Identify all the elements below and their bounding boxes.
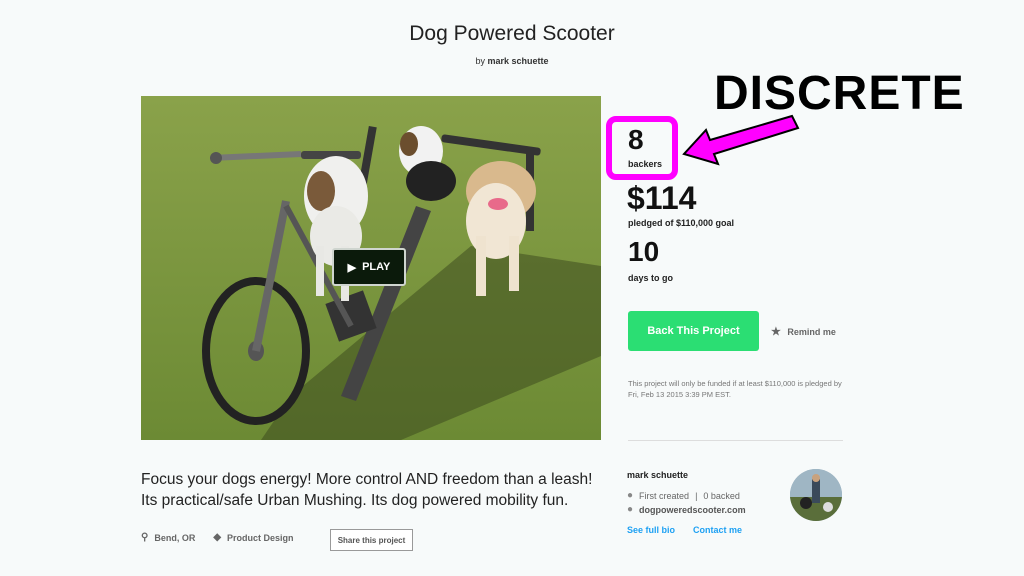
play-label: PLAY (362, 261, 391, 273)
history-icon: ● (627, 490, 634, 501)
location-label: Bend, OR (154, 532, 196, 543)
back-project-button[interactable]: Back This Project (628, 311, 759, 351)
creator-website-link[interactable]: dogpoweredscooter.com (639, 505, 746, 515)
creator-website-row: ● dogpoweredscooter.com (627, 504, 746, 515)
days-label: days to go (628, 273, 674, 283)
see-full-bio-link[interactable]: See full bio (627, 525, 675, 535)
share-project-button[interactable]: Share this project (330, 529, 413, 551)
remind-label: Remind me (787, 327, 836, 337)
avatar-photo (790, 469, 842, 521)
days-count: 10 (628, 236, 660, 267)
project-tags: ⚲ Bend, OR ◆ Product Design (141, 532, 294, 543)
star-icon: ★ (771, 326, 781, 338)
creator-history: ● First created | 0 backed (627, 490, 740, 501)
byline-creator-link[interactable]: mark schuette (488, 56, 549, 66)
location-tag[interactable]: ⚲ Bend, OR (141, 532, 195, 543)
backed-count: 0 backed (703, 490, 740, 501)
project-blurb: Focus your dogs energy! More control AND… (141, 471, 593, 509)
remind-me-button[interactable]: ★ Remind me (771, 325, 836, 338)
first-created-label: First created (639, 490, 690, 501)
project-title: Dog Powered Scooter (409, 22, 615, 45)
project-video[interactable]: ▶ PLAY (141, 96, 601, 440)
play-button[interactable]: ▶ PLAY (332, 248, 406, 286)
avatar[interactable] (790, 469, 842, 521)
category-label: Product Design (227, 532, 294, 543)
link-icon: ● (627, 504, 634, 515)
separator: | (695, 490, 698, 501)
highlight-box (606, 116, 678, 180)
contact-me-link[interactable]: Contact me (693, 525, 742, 535)
location-pin-icon: ⚲ (141, 532, 149, 543)
category-tag[interactable]: ◆ Product Design (213, 532, 293, 543)
tag-icon: ◆ (213, 532, 222, 543)
creator-name[interactable]: mark schuette (627, 470, 688, 480)
byline-prefix: by (475, 56, 485, 66)
divider (628, 440, 843, 441)
funding-note: This project will only be funded if at l… (628, 379, 842, 399)
pledged-label: pledged of $110,000 goal (628, 218, 735, 228)
byline: by mark schuette (0, 56, 1024, 66)
annotation-arrow-icon (682, 114, 800, 166)
play-icon: ▶ (347, 261, 357, 274)
pledged-amount: $114 (627, 180, 697, 216)
